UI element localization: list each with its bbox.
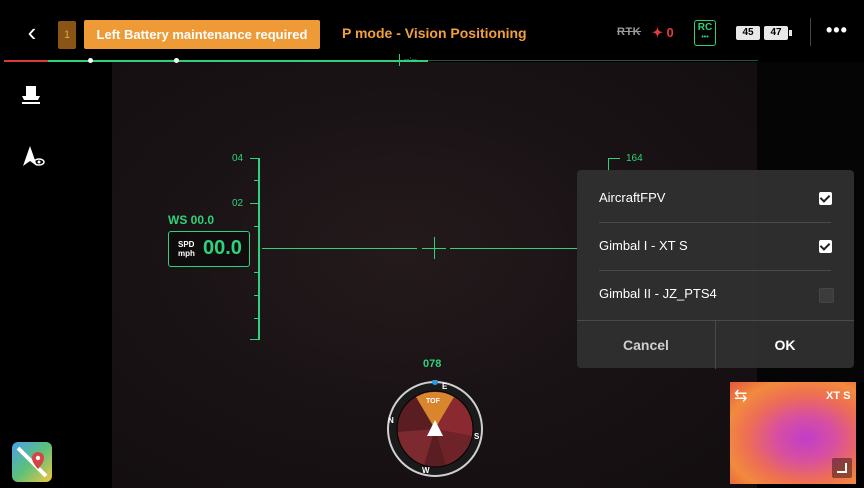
top-status-bar: ‹ 1 Left Battery maintenance required P … bbox=[0, 0, 864, 62]
altitude-tick-label: 02 bbox=[232, 198, 244, 209]
checkbox-checked[interactable] bbox=[819, 192, 832, 205]
home-distance-marker: --:-- bbox=[399, 54, 436, 66]
altitude-tick-label: 04 bbox=[232, 153, 244, 164]
option-row-gimbal-2[interactable]: Gimbal II - JZ_PTS4 bbox=[599, 270, 834, 318]
wind-speed-label: WS 00.0 bbox=[168, 213, 215, 227]
compass-letter: N bbox=[388, 416, 394, 425]
option-label: Gimbal I - XT S bbox=[599, 238, 688, 253]
satellite-status[interactable]: ✦ 0 bbox=[652, 25, 674, 41]
right-scale-label: 164 bbox=[626, 153, 643, 164]
flight-mode-label[interactable]: P mode - Vision Positioning bbox=[342, 25, 527, 41]
progress-marker bbox=[174, 58, 179, 63]
satellite-count: 0 bbox=[666, 25, 674, 40]
compass-radar[interactable]: TOF E S W N bbox=[386, 379, 484, 483]
video-source-dialog: AircraftFPV Gimbal I - XT S Gimbal II - … bbox=[577, 170, 854, 369]
chevron-left-icon[interactable]: ‹ bbox=[18, 18, 46, 46]
battery-warning-banner[interactable]: Left Battery maintenance required bbox=[84, 20, 320, 49]
distance-progress-line bbox=[48, 60, 428, 62]
ok-button[interactable]: OK bbox=[716, 321, 854, 369]
compass-letter: S bbox=[474, 432, 480, 441]
checkbox-checked[interactable] bbox=[819, 240, 832, 253]
expand-corner-icon[interactable] bbox=[832, 458, 852, 478]
horizon-line-left bbox=[262, 248, 417, 249]
option-label: Gimbal II - JZ_PTS4 bbox=[599, 286, 717, 301]
speed-unit-bottom: mph bbox=[178, 249, 195, 258]
landing-icon[interactable] bbox=[20, 84, 42, 113]
progress-line-segment bbox=[4, 60, 48, 62]
speed-indicator: SPD mph 00.0 bbox=[168, 231, 250, 267]
option-row-gimbal-1[interactable]: Gimbal I - XT S bbox=[599, 222, 832, 271]
checkbox-unchecked[interactable] bbox=[819, 288, 834, 303]
heading-value: 078 bbox=[423, 358, 442, 370]
option-row-aircraftfpv[interactable]: AircraftFPV bbox=[599, 174, 832, 223]
swap-icon[interactable]: ⇆ bbox=[734, 386, 747, 406]
cancel-button[interactable]: Cancel bbox=[577, 321, 716, 369]
thermal-camera-label: XT S bbox=[826, 390, 851, 402]
satellite-icon: ✦ bbox=[652, 25, 663, 40]
progress-marker bbox=[88, 58, 93, 63]
horizon-line-right bbox=[450, 248, 580, 249]
rtk-status[interactable]: RTK bbox=[617, 26, 641, 38]
battery-right-level[interactable]: 47 bbox=[764, 26, 788, 40]
battery-left-level[interactable]: 45 bbox=[736, 26, 760, 40]
battery-tip-icon bbox=[789, 30, 792, 36]
map-marker-eye-icon[interactable] bbox=[20, 144, 46, 173]
dialog-buttons: Cancel OK bbox=[577, 320, 854, 369]
altitude-scale bbox=[258, 158, 260, 340]
warning-count-badge[interactable]: 1 bbox=[58, 21, 76, 49]
rc-signal-icon[interactable]: RC ••• bbox=[694, 20, 716, 46]
compass-letter: E bbox=[442, 382, 448, 391]
option-label: AircraftFPV bbox=[599, 190, 666, 205]
speed-unit-top: SPD bbox=[178, 240, 195, 249]
maps-app-icon[interactable] bbox=[12, 442, 52, 482]
more-horizontal-icon[interactable]: ••• bbox=[826, 20, 848, 41]
compass-tof-label: TOF bbox=[426, 398, 440, 405]
dji-pilot-screen: ‹ 1 Left Battery maintenance required P … bbox=[0, 0, 864, 488]
compass-letter: W bbox=[422, 466, 430, 475]
speed-value: 00.0 bbox=[203, 237, 242, 259]
